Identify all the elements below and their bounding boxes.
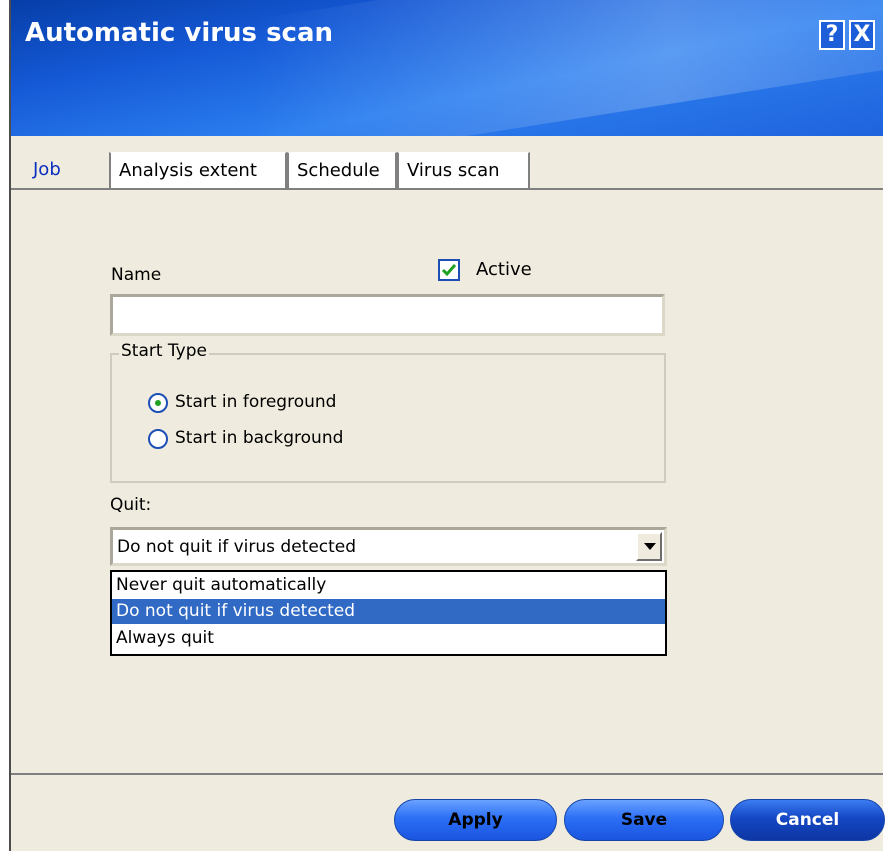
start-background-radio[interactable] — [148, 429, 168, 449]
dialog-window: Automatic virus scan ? X Job Analysis ex… — [9, 0, 885, 851]
quit-select-value: Do not quit if virus detected — [117, 537, 357, 557]
apply-button[interactable]: Apply — [394, 799, 557, 841]
chevron-down-icon — [644, 543, 656, 550]
quit-dropdown-button[interactable] — [636, 532, 662, 561]
quit-label: Quit: — [110, 495, 152, 515]
start-foreground-radio[interactable] — [148, 393, 168, 413]
tab-virus-scan[interactable]: Virus scan — [397, 152, 530, 190]
radio-selected-dot — [155, 400, 161, 406]
start-type-legend: Start Type — [119, 341, 209, 361]
checkmark-icon — [441, 264, 457, 277]
quit-options-list: Never quit automatically Do not quit if … — [110, 570, 667, 656]
quit-option-never[interactable]: Never quit automatically — [112, 573, 665, 598]
quit-option-do-not-quit[interactable]: Do not quit if virus detected — [112, 599, 665, 624]
help-button[interactable]: ? — [819, 20, 845, 50]
tab-bar: Job Analysis extent Schedule Virus scan — [11, 152, 883, 190]
close-button[interactable]: X — [849, 20, 875, 50]
quit-select[interactable]: Do not quit if virus detected — [110, 527, 667, 566]
save-button[interactable]: Save — [564, 799, 724, 841]
title-bar-sheen — [251, 0, 883, 136]
tab-analysis-extent[interactable]: Analysis extent — [109, 152, 287, 190]
cancel-button[interactable]: Cancel — [730, 799, 885, 841]
active-checkbox[interactable] — [438, 259, 460, 281]
start-background-label[interactable]: Start in background — [175, 428, 343, 448]
tab-schedule[interactable]: Schedule — [287, 152, 397, 190]
tab-job[interactable]: Job — [25, 152, 110, 190]
name-input[interactable] — [110, 294, 665, 336]
title-bar: Automatic virus scan ? X — [11, 0, 883, 136]
name-label: Name — [111, 265, 162, 285]
start-type-group — [110, 353, 666, 483]
active-label[interactable]: Active — [476, 259, 532, 280]
start-foreground-label[interactable]: Start in foreground — [175, 392, 336, 412]
dialog-title: Automatic virus scan — [25, 18, 334, 48]
quit-option-always[interactable]: Always quit — [112, 626, 665, 651]
